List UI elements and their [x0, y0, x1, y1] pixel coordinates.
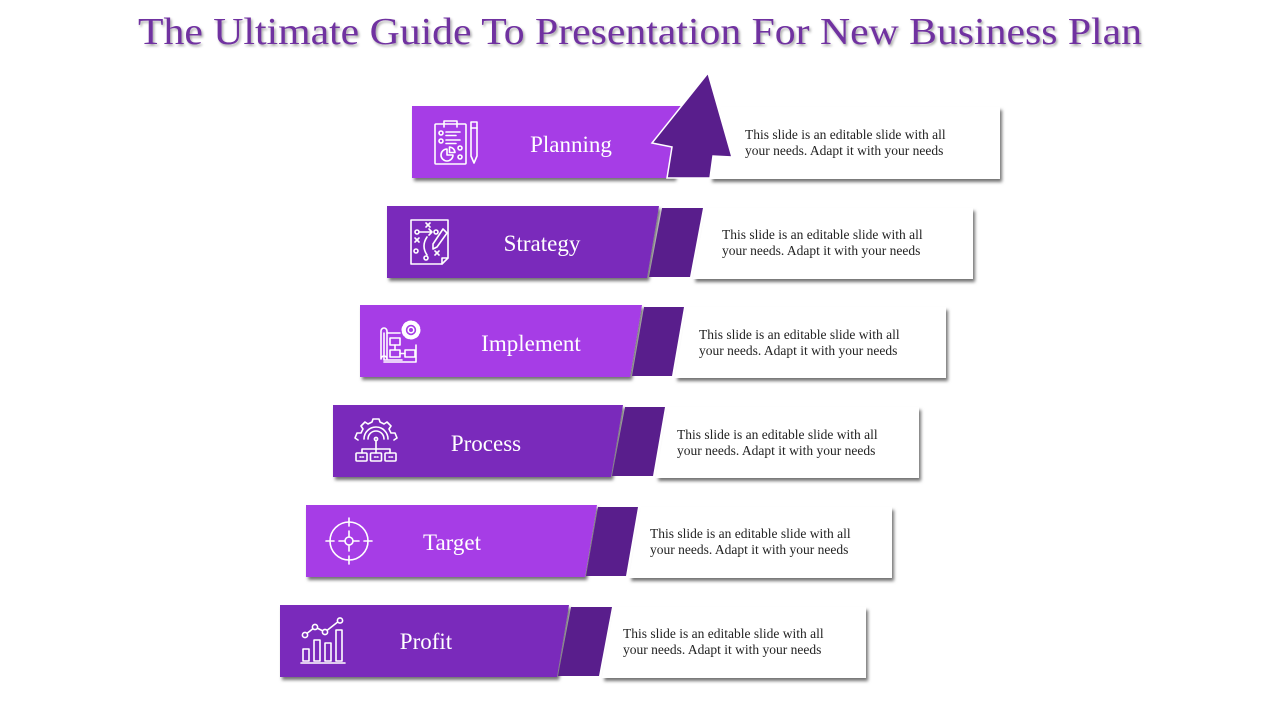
step-label: Process — [451, 431, 521, 456]
description-line: your needs. Adapt it with your needs — [677, 443, 875, 458]
step-label: Strategy — [504, 231, 581, 256]
description-line: This slide is an editable slide with all — [722, 227, 923, 242]
step-strategy: Strategy This slide is an editable slide… — [387, 206, 973, 279]
step-planning: Planning This slide is an editable slide… — [412, 71, 1000, 179]
step-label: Profit — [400, 629, 453, 654]
connector-band — [649, 208, 703, 277]
description-line: your needs. Adapt it with your needs — [699, 343, 897, 358]
description-line: your needs. Adapt it with your needs — [745, 143, 943, 158]
step-label: Planning — [530, 132, 612, 157]
step-process: Process This slide is an editable slide … — [333, 405, 919, 478]
description-line: your needs. Adapt it with your needs — [623, 642, 821, 657]
slide: The Ultimate Guide To Presentation For N… — [138, 11, 1142, 678]
step-profit: Profit This slide is an editable slide w… — [280, 605, 866, 678]
description-line: This slide is an editable slide with all — [745, 127, 946, 142]
slide-title: The Ultimate Guide To Presentation For N… — [138, 11, 1142, 53]
step-label: Implement — [481, 331, 581, 356]
step-label: Target — [423, 530, 482, 555]
description-line: This slide is an editable slide with all — [650, 526, 851, 541]
description-line: This slide is an editable slide with all — [699, 327, 900, 342]
step-target: Target This slide is an editable slide w… — [306, 505, 892, 578]
description-line: your needs. Adapt it with your needs — [722, 243, 920, 258]
description-line: This slide is an editable slide with all — [677, 427, 878, 442]
step-implement: Implement This slide is an editable slid… — [360, 305, 946, 378]
description-line: your needs. Adapt it with your needs — [650, 542, 848, 557]
description-line: This slide is an editable slide with all — [623, 626, 824, 641]
